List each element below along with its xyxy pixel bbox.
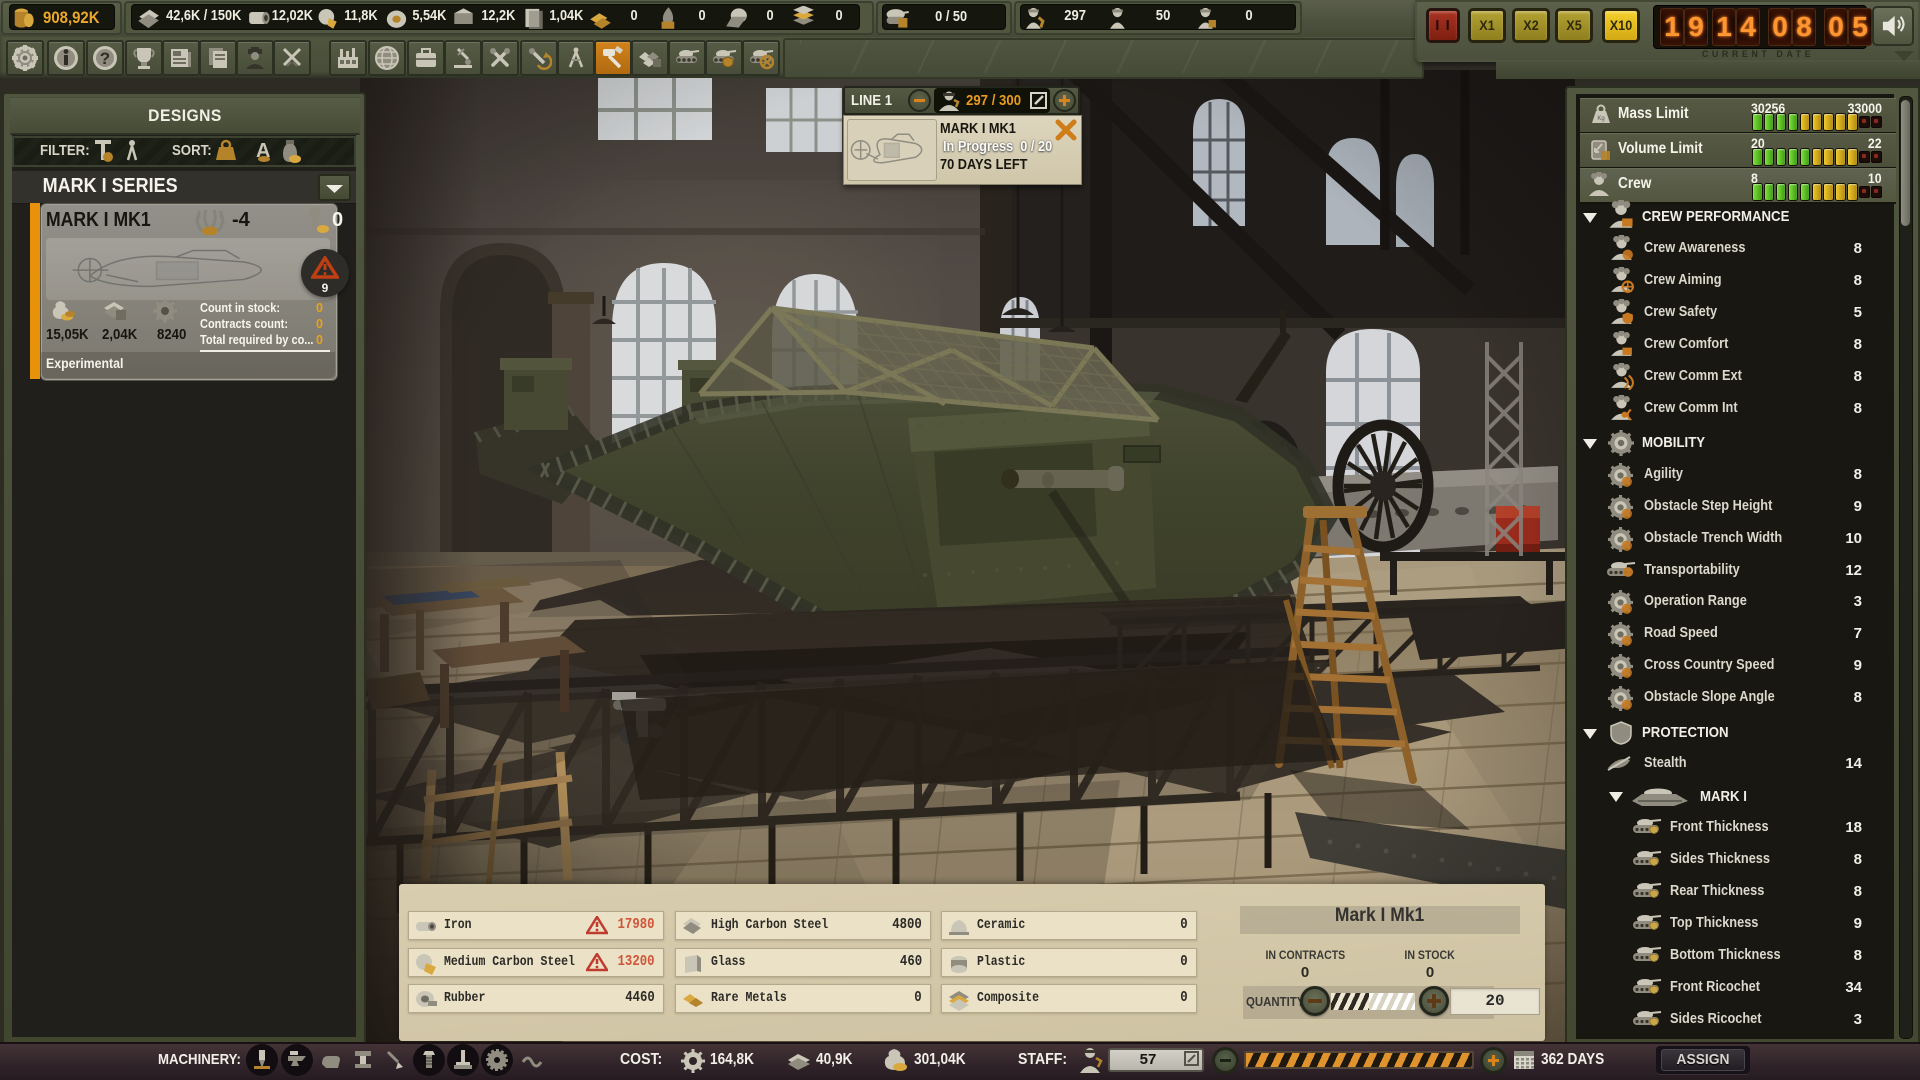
svg-text:Kg: Kg (1597, 116, 1604, 122)
svg-text:?: ? (100, 49, 110, 68)
